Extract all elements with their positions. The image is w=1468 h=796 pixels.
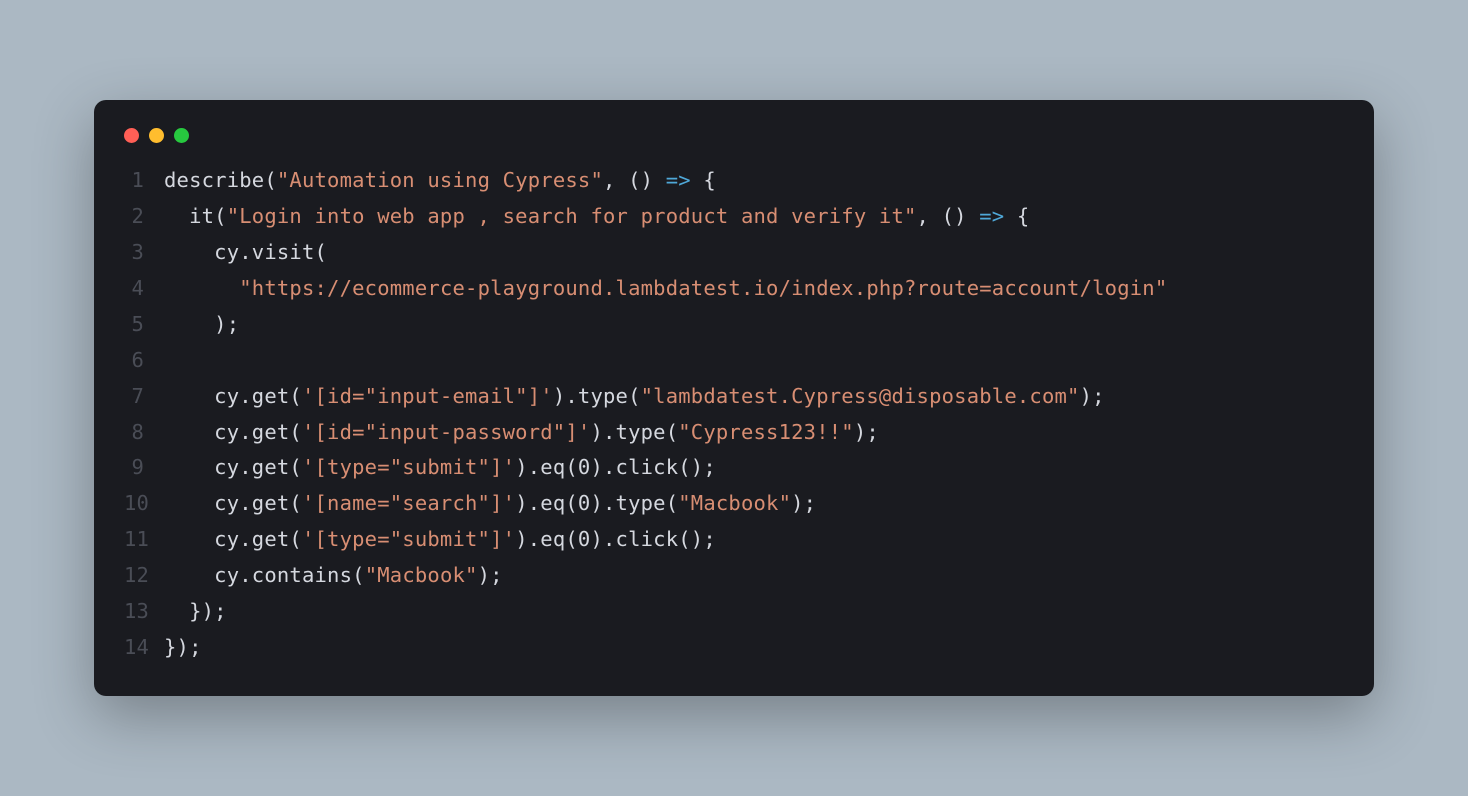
token-punct: describe(: [164, 168, 277, 192]
code-line: 5 );: [124, 307, 1344, 343]
code-line: 14});: [124, 630, 1344, 666]
line-number: 5: [124, 307, 164, 343]
code-line: 13 });: [124, 594, 1344, 630]
token-punct: );: [854, 420, 879, 444]
token-punct: });: [164, 635, 202, 659]
token-string: '[name="search"]': [302, 491, 515, 515]
code-line: 9 cy.get('[type="submit"]').eq(0).click(…: [124, 450, 1344, 486]
token-punct: cy.get(: [164, 420, 302, 444]
token-string: '[id="input-password"]': [302, 420, 590, 444]
window-titlebar: [124, 120, 1344, 163]
code-text: cy.get('[id="input-email"]').type("lambd…: [164, 379, 1105, 415]
token-punct: );: [1080, 384, 1105, 408]
token-punct: );: [791, 491, 816, 515]
code-text: cy.get('[type="submit"]').eq(0).click();: [164, 522, 716, 558]
code-text: cy.get('[name="search"]').eq(0).type("Ma…: [164, 486, 816, 522]
token-punct: ).eq(0).type(: [515, 491, 678, 515]
token-punct: it(: [164, 204, 227, 228]
line-number: 8: [124, 415, 164, 451]
code-line: 8 cy.get('[id="input-password"]').type("…: [124, 415, 1344, 451]
token-string: '[id="input-email"]': [302, 384, 553, 408]
minimize-icon[interactable]: [149, 128, 164, 143]
token-punct: , (): [917, 204, 980, 228]
token-punct: ).eq(0).click();: [515, 455, 716, 479]
token-punct: cy.get(: [164, 491, 302, 515]
line-number: 13: [124, 594, 164, 630]
code-text: cy.contains("Macbook");: [164, 558, 503, 594]
code-line: 7 cy.get('[id="input-email"]').type("lam…: [124, 379, 1344, 415]
line-number: 7: [124, 379, 164, 415]
code-line: 6: [124, 343, 1344, 379]
token-punct: ).type(: [553, 384, 641, 408]
token-arrow: =>: [666, 168, 691, 192]
token-string: "lambdatest.Cypress@disposable.com": [641, 384, 1080, 408]
token-punct: cy.get(: [164, 455, 302, 479]
token-punct: , (): [603, 168, 666, 192]
code-text: });: [164, 630, 202, 666]
code-editor-window: 1describe("Automation using Cypress", ()…: [94, 100, 1374, 695]
code-text: });: [164, 594, 227, 630]
token-string: "Login into web app , search for product…: [227, 204, 917, 228]
token-punct: );: [164, 312, 239, 336]
token-arrow: =>: [979, 204, 1004, 228]
token-punct: [164, 276, 239, 300]
token-string: "Automation using Cypress": [277, 168, 603, 192]
close-icon[interactable]: [124, 128, 139, 143]
token-string: "Macbook": [365, 563, 478, 587]
maximize-icon[interactable]: [174, 128, 189, 143]
code-line: 2 it("Login into web app , search for pr…: [124, 199, 1344, 235]
line-number: 4: [124, 271, 164, 307]
line-number: 1: [124, 163, 164, 199]
token-punct: cy.get(: [164, 527, 302, 551]
code-line: 12 cy.contains("Macbook");: [124, 558, 1344, 594]
code-line: 1describe("Automation using Cypress", ()…: [124, 163, 1344, 199]
code-content[interactable]: 1describe("Automation using Cypress", ()…: [124, 163, 1344, 665]
code-text: "https://ecommerce-playground.lambdatest…: [164, 271, 1167, 307]
token-punct: cy.visit(: [164, 240, 327, 264]
code-line: 4 "https://ecommerce-playground.lambdate…: [124, 271, 1344, 307]
line-number: 9: [124, 450, 164, 486]
code-text: describe("Automation using Cypress", () …: [164, 163, 716, 199]
code-line: 10 cy.get('[name="search"]').eq(0).type(…: [124, 486, 1344, 522]
token-punct: ).type(: [590, 420, 678, 444]
code-text: );: [164, 307, 239, 343]
line-number: 12: [124, 558, 164, 594]
line-number: 6: [124, 343, 164, 379]
line-number: 3: [124, 235, 164, 271]
line-number: 2: [124, 199, 164, 235]
token-string: '[type="submit"]': [302, 527, 515, 551]
line-number: 10: [124, 486, 164, 522]
code-text: cy.get('[type="submit"]').eq(0).click();: [164, 450, 716, 486]
code-text: cy.visit(: [164, 235, 327, 271]
token-string: "Macbook": [678, 491, 791, 515]
token-string: "Cypress123!!": [678, 420, 854, 444]
code-line: 3 cy.visit(: [124, 235, 1344, 271]
token-punct: );: [478, 563, 503, 587]
token-string: '[type="submit"]': [302, 455, 515, 479]
line-number: 14: [124, 630, 164, 666]
token-punct: cy.get(: [164, 384, 302, 408]
code-line: 11 cy.get('[type="submit"]').eq(0).click…: [124, 522, 1344, 558]
token-punct: cy.contains(: [164, 563, 365, 587]
token-punct: {: [1004, 204, 1029, 228]
line-number: 11: [124, 522, 164, 558]
code-text: it("Login into web app , search for prod…: [164, 199, 1029, 235]
code-text: cy.get('[id="input-password"]').type("Cy…: [164, 415, 879, 451]
token-punct: ).eq(0).click();: [515, 527, 716, 551]
token-string: "https://ecommerce-playground.lambdatest…: [239, 276, 1167, 300]
token-punct: {: [691, 168, 716, 192]
token-punct: });: [164, 599, 227, 623]
